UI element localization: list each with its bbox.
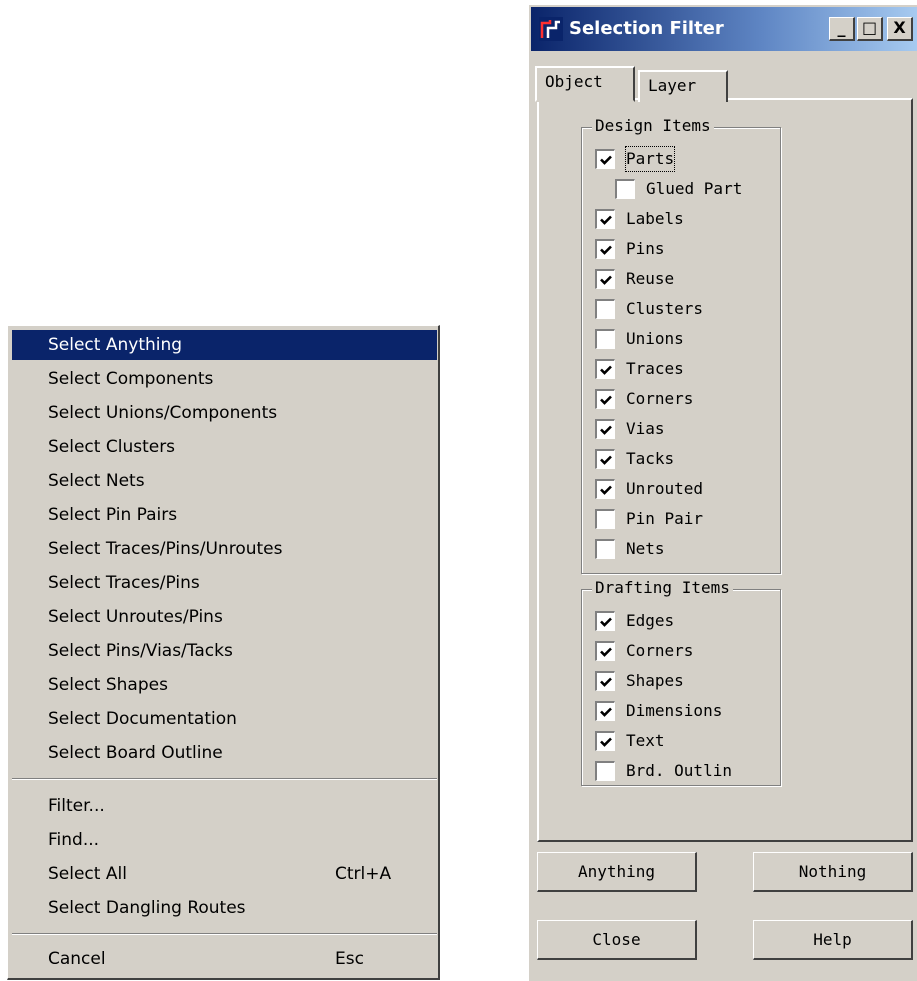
checkbox-unchecked-icon[interactable] bbox=[595, 299, 615, 319]
checkbox-label: Nets bbox=[626, 539, 665, 558]
checkbox-unchecked-icon[interactable] bbox=[615, 179, 635, 199]
checkbox-unchecked-icon[interactable] bbox=[595, 761, 615, 781]
checkbox-checked-icon[interactable] bbox=[595, 731, 615, 751]
menu-item-select-unions-components[interactable]: Select Unions/Components bbox=[12, 398, 437, 428]
checkbox-label: Corners bbox=[626, 641, 694, 660]
maximize-button[interactable]: □ bbox=[857, 17, 883, 41]
menu-item-select-traces-pins[interactable]: Select Traces/Pins bbox=[12, 568, 437, 598]
anything-button[interactable]: Anything bbox=[537, 852, 697, 892]
checkbox-label: Parts bbox=[624, 146, 676, 172]
checkbox-label: Brd. Outlin bbox=[626, 761, 732, 780]
menu-item-select-nets[interactable]: Select Nets bbox=[12, 466, 437, 496]
menu-item-select-anything[interactable]: Select Anything bbox=[12, 330, 437, 360]
checkbox-label: Tacks bbox=[626, 449, 675, 468]
menu-item-shortcut: Esc bbox=[335, 949, 364, 969]
checkbox-checked-icon[interactable] bbox=[595, 239, 615, 259]
checkbox-label: Corners bbox=[626, 389, 694, 408]
select-context-menu: Select Anything Select Components Select… bbox=[7, 325, 440, 980]
checkbox-label: Glued Part bbox=[646, 179, 743, 198]
menu-item-cancel[interactable]: Cancel Esc bbox=[12, 944, 437, 974]
checkbox-checked-icon[interactable] bbox=[595, 359, 615, 379]
menu-item-find[interactable]: Find... bbox=[12, 825, 437, 855]
checkbox-label: Pins bbox=[626, 239, 665, 258]
checkbox-unchecked-icon[interactable] bbox=[595, 509, 615, 529]
checkbox-label: Labels bbox=[626, 209, 684, 228]
checkbox-label: Reuse bbox=[626, 269, 675, 288]
checkbox-checked-icon[interactable] bbox=[595, 419, 615, 439]
menu-item-select-traces-pins-unroutes[interactable]: Select Traces/Pins/Unroutes bbox=[12, 534, 437, 564]
menu-item-select-documentation[interactable]: Select Documentation bbox=[12, 704, 437, 734]
checkbox-unchecked-icon[interactable] bbox=[595, 329, 615, 349]
checkbox-checked-icon[interactable] bbox=[595, 479, 615, 499]
menu-separator bbox=[12, 933, 437, 935]
checkbox-unchecked-icon[interactable] bbox=[595, 539, 615, 559]
app-icon bbox=[539, 17, 563, 41]
menu-item-select-all[interactable]: Select All Ctrl+A bbox=[12, 859, 437, 889]
menu-item-label: Select All bbox=[48, 864, 127, 884]
checkbox-checked-icon[interactable] bbox=[595, 389, 615, 409]
design-items-title: Design Items bbox=[592, 117, 714, 135]
checkbox-label: Clusters bbox=[626, 299, 704, 318]
checkbox-checked-icon[interactable] bbox=[595, 149, 615, 169]
checkbox-checked-icon[interactable] bbox=[595, 611, 615, 631]
title-bar[interactable]: Selection Filter _ □ X bbox=[531, 7, 917, 51]
checkbox-label: Unions bbox=[626, 329, 684, 348]
menu-item-select-board-outline[interactable]: Select Board Outline bbox=[12, 738, 437, 768]
menu-item-shortcut: Ctrl+A bbox=[335, 864, 392, 884]
menu-item-select-dangling-routes[interactable]: Select Dangling Routes bbox=[12, 893, 437, 923]
checkbox-checked-icon[interactable] bbox=[595, 269, 615, 289]
checkbox-label: Shapes bbox=[626, 671, 684, 690]
nothing-button[interactable]: Nothing bbox=[753, 852, 913, 892]
menu-item-filter[interactable]: Filter... bbox=[12, 791, 437, 821]
checkbox-checked-icon[interactable] bbox=[595, 671, 615, 691]
menu-item-select-unroutes-pins[interactable]: Select Unroutes/Pins bbox=[12, 602, 437, 632]
dialog-title: Selection Filter bbox=[569, 18, 724, 39]
checkbox-label: Edges bbox=[626, 611, 675, 630]
drafting-items-title: Drafting Items bbox=[592, 579, 733, 597]
checkbox-checked-icon[interactable] bbox=[595, 701, 615, 721]
menu-item-select-shapes[interactable]: Select Shapes bbox=[12, 670, 437, 700]
checkbox-checked-icon[interactable] bbox=[595, 209, 615, 229]
help-button[interactable]: Help bbox=[753, 920, 913, 960]
menu-item-select-pins-vias-tacks[interactable]: Select Pins/Vias/Tacks bbox=[12, 636, 437, 666]
selection-filter-dialog: Selection Filter _ □ X Object Layer Desi… bbox=[527, 3, 917, 981]
menu-item-select-pin-pairs[interactable]: Select Pin Pairs bbox=[12, 500, 437, 530]
tab-layer[interactable]: Layer bbox=[638, 70, 728, 102]
minimize-button[interactable]: _ bbox=[829, 17, 855, 41]
checkbox-label: Dimensions bbox=[626, 701, 723, 720]
close-button[interactable]: Close bbox=[537, 920, 697, 960]
tab-object[interactable]: Object bbox=[535, 66, 635, 102]
menu-separator bbox=[12, 778, 437, 780]
checkbox-label: Text bbox=[626, 731, 665, 750]
checkbox-label: Pin Pair bbox=[626, 509, 704, 528]
menu-item-select-components[interactable]: Select Components bbox=[12, 364, 437, 394]
checkbox-label: Unrouted bbox=[626, 479, 704, 498]
checkbox-label: Traces bbox=[626, 359, 684, 378]
checkbox-checked-icon[interactable] bbox=[595, 641, 615, 661]
menu-item-label: Cancel bbox=[48, 949, 106, 969]
checkbox-checked-icon[interactable] bbox=[595, 449, 615, 469]
close-window-button[interactable]: X bbox=[887, 17, 913, 41]
menu-item-select-clusters[interactable]: Select Clusters bbox=[12, 432, 437, 462]
checkbox-label: Vias bbox=[626, 419, 665, 438]
